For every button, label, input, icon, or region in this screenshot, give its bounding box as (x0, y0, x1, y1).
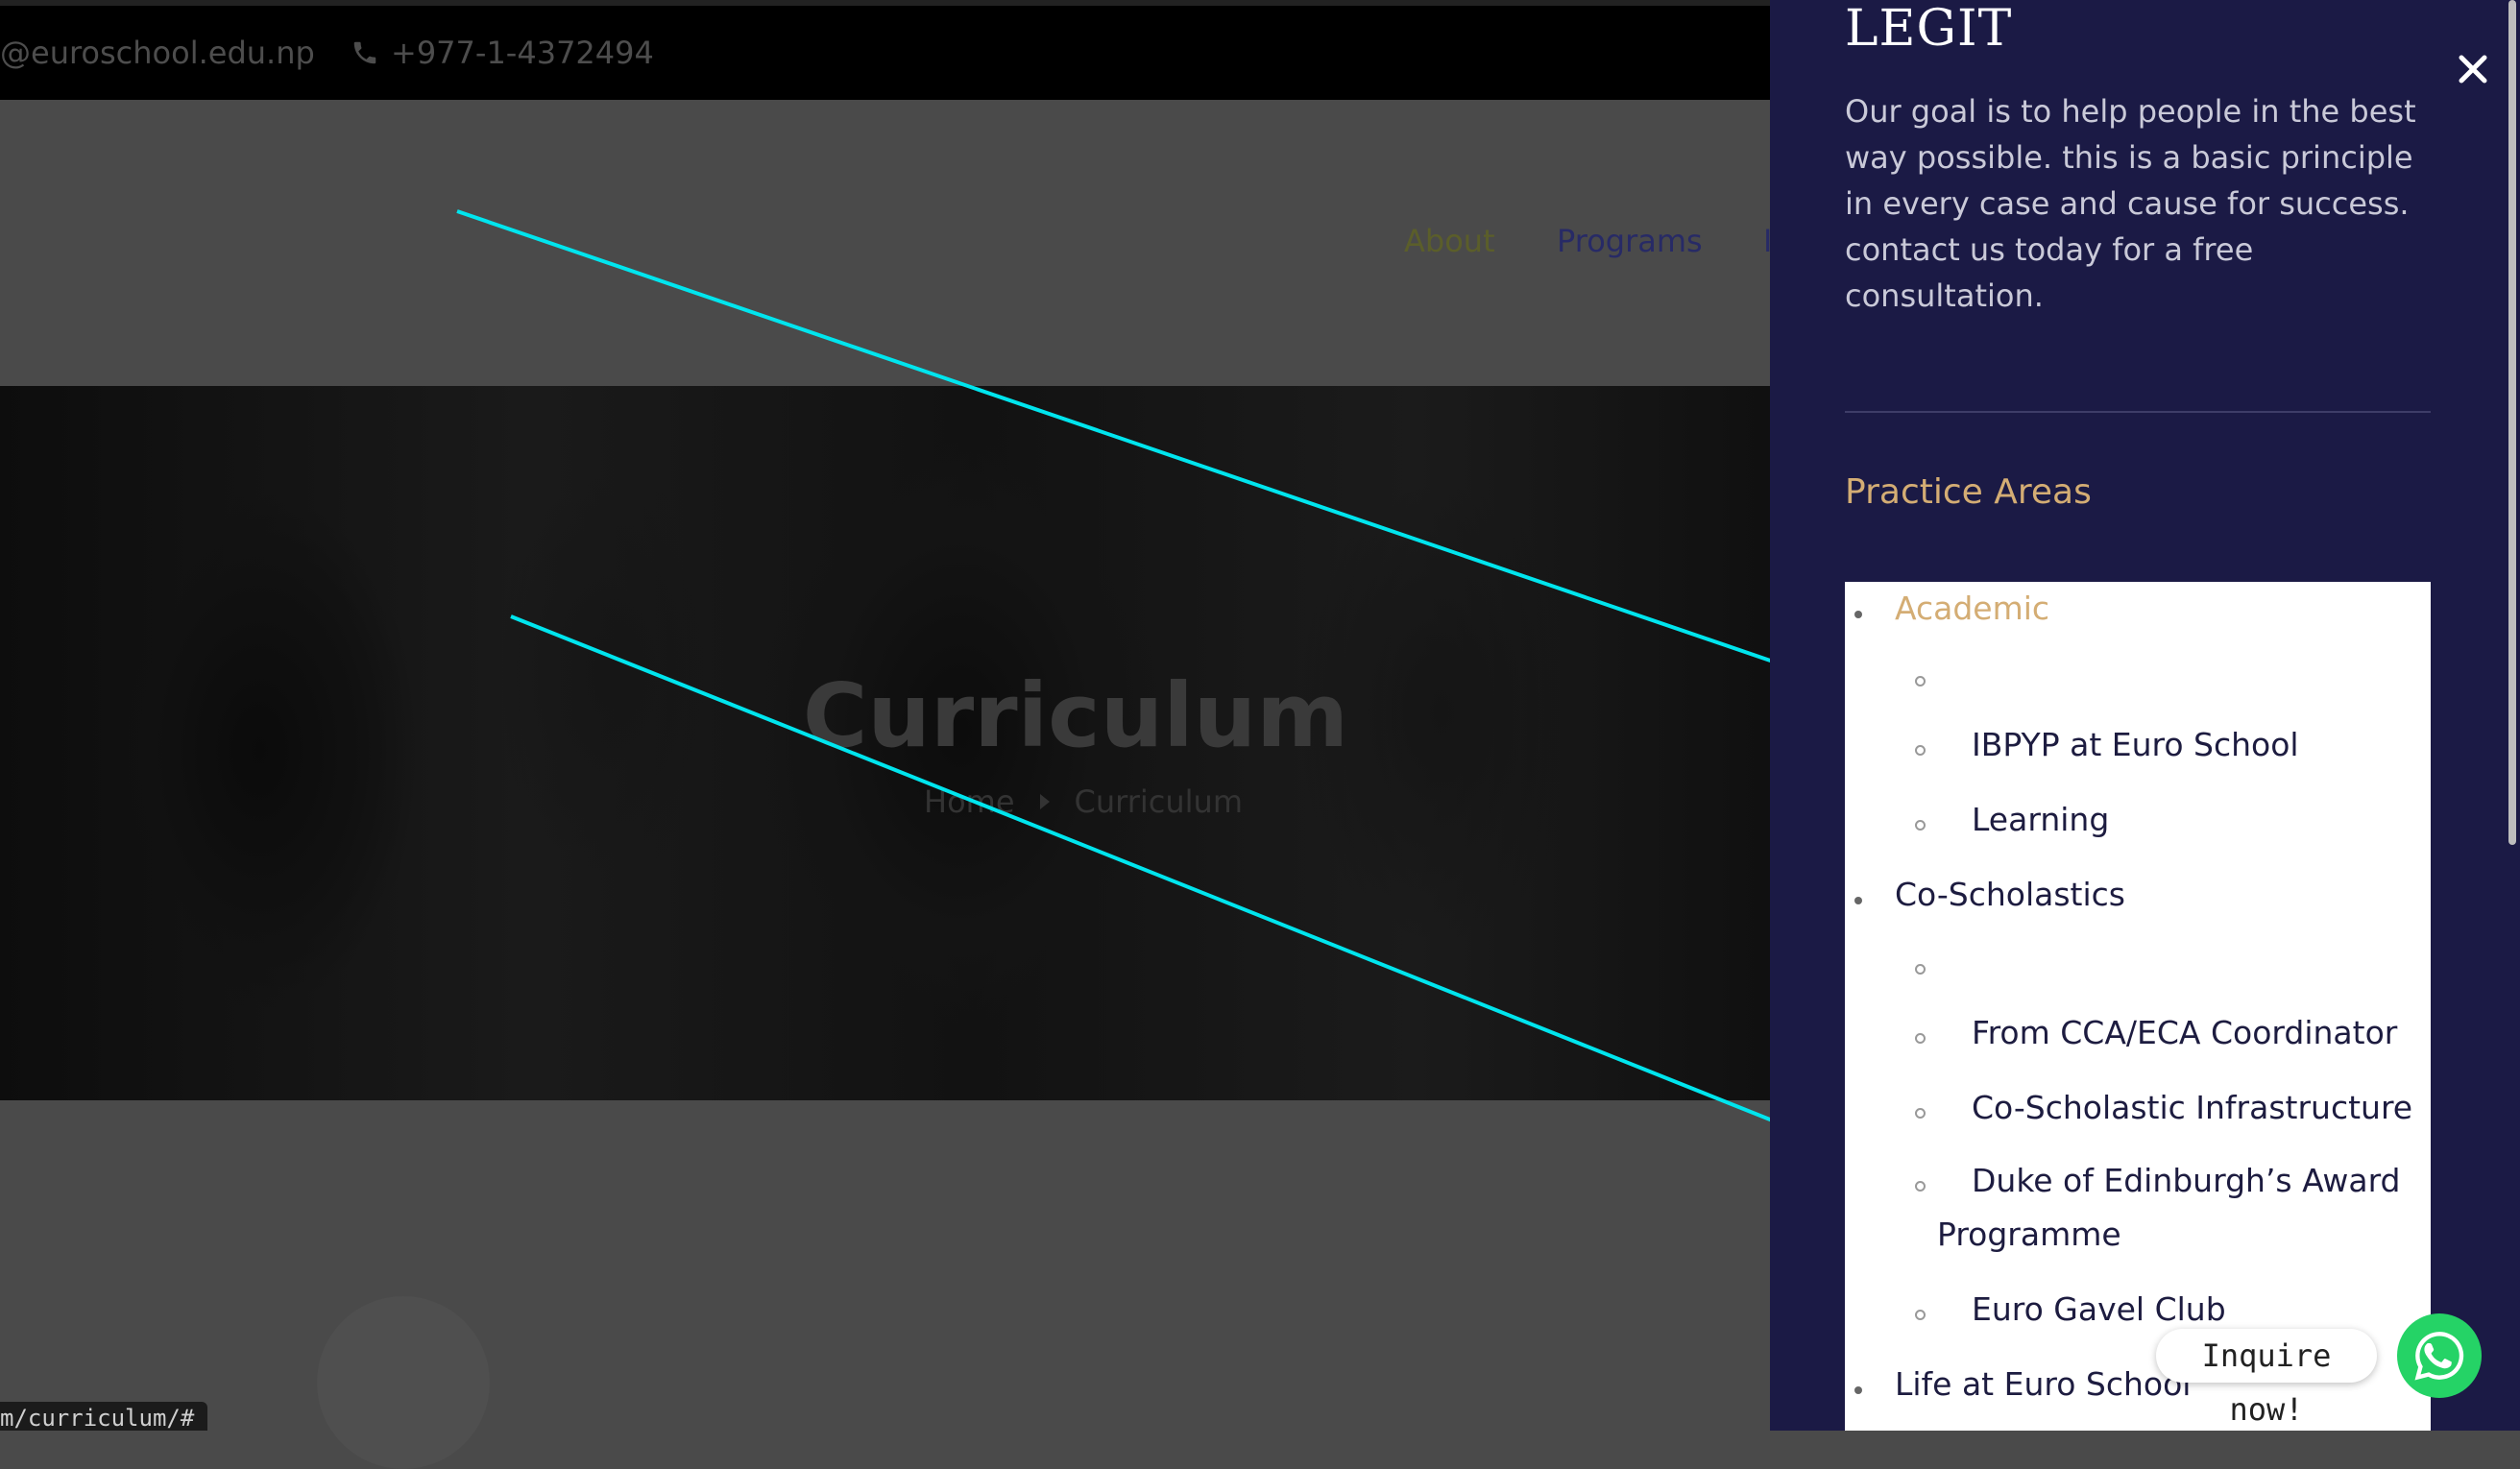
bullet-icon (1854, 897, 1862, 904)
close-icon[interactable] (2454, 50, 2492, 88)
phone-number: +977-1-4372494 (391, 35, 654, 71)
bullet-icon (1854, 1386, 1862, 1394)
status-bar-url: m/curriculum/# (0, 1402, 208, 1432)
submenu-item-label: From CCA/ECA Coordinator (1972, 1014, 2398, 1051)
contact-email[interactable]: @euroschool.edu.np (0, 35, 315, 71)
panel-scrollbar[interactable] (2505, 0, 2520, 1431)
menu-item-label: Life at Euro School (1895, 1365, 2192, 1403)
practice-areas-heading: Practice Areas (1845, 472, 2092, 512)
circle-bullet-icon (1915, 1108, 1926, 1119)
circle-bullet-icon (1915, 676, 1926, 686)
decorative-circle (317, 1296, 490, 1469)
submenu-item-label: Duke of Edinburgh’s Award (1972, 1162, 2401, 1199)
practice-areas-menu: Academic IBPYP at Euro School Learning C… (1845, 582, 2431, 1431)
circle-bullet-icon (1915, 745, 1926, 756)
submenu-item-label: Euro Gavel Club (1972, 1290, 2226, 1328)
circle-bullet-icon (1915, 1181, 1926, 1192)
divider (1845, 411, 2431, 413)
bullet-icon (1854, 611, 1862, 618)
submenu-item-label: Learning (1972, 801, 2110, 838)
circle-bullet-icon (1915, 964, 1926, 975)
whatsapp-icon (2414, 1332, 2464, 1381)
menu-item-label: Co-Scholastics (1895, 876, 2125, 913)
content-area (0, 1100, 1770, 1431)
breadcrumb: Home Curriculum (924, 783, 1243, 820)
submenu-item-label: IBPYP at Euro School (1972, 726, 2299, 763)
scrollbar-thumb[interactable] (2508, 0, 2516, 845)
inquire-now-button[interactable]: Inquire now! (2156, 1329, 2377, 1428)
caret-right-icon (1039, 794, 1050, 809)
circle-bullet-icon (1915, 1310, 1926, 1320)
submenu-item-label-line2: Programme (1937, 1216, 2121, 1253)
circle-bullet-icon (1915, 820, 1926, 831)
panel-description: Our goal is to help people in the best w… (1845, 93, 2416, 314)
whatsapp-chat-button[interactable] (2397, 1313, 2482, 1398)
submenu-item-label: Co-Scholastic Infrastructure (1972, 1089, 2413, 1126)
breadcrumb-home[interactable]: Home (924, 783, 1015, 820)
side-panel: LEGIT Our goal is to help people in the … (1770, 0, 2520, 1431)
hero-banner: Curriculum Home Curriculum (0, 386, 1770, 1100)
contact-phone[interactable]: +977-1-4372494 (351, 35, 654, 71)
phone-icon (353, 41, 376, 64)
nav-about[interactable]: About (1404, 223, 1495, 259)
menu-item-label: Academic (1895, 590, 2050, 627)
nav-programs[interactable]: Programs (1557, 223, 1703, 259)
panel-title: LEGIT (1845, 0, 2013, 58)
circle-bullet-icon (1915, 1033, 1926, 1044)
breadcrumb-current: Curriculum (1074, 783, 1243, 820)
